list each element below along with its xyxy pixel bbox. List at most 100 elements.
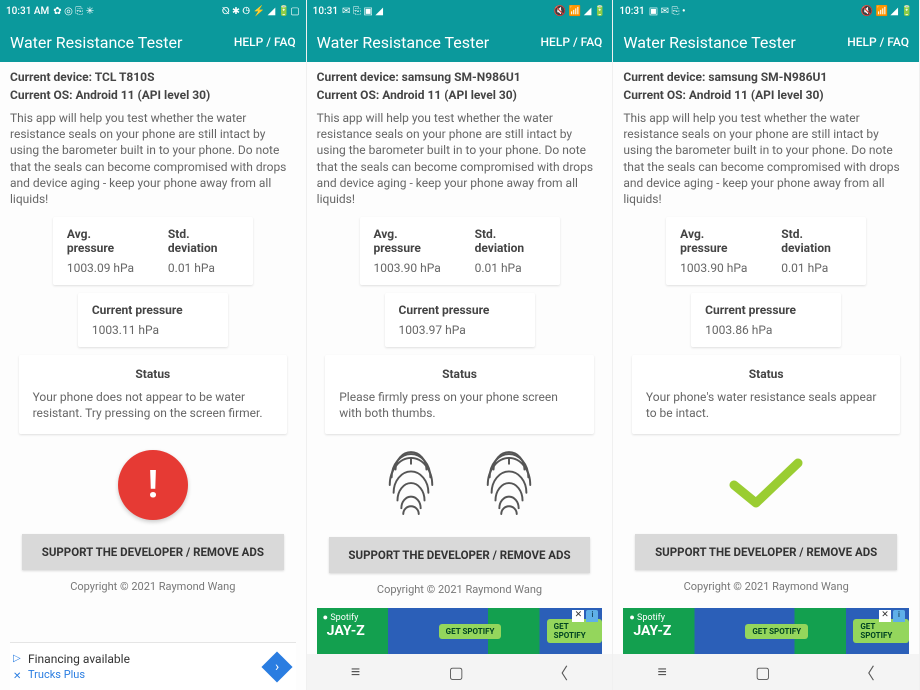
status-card: Status Please firmly press on your phone…: [325, 355, 594, 433]
avg-pressure-label: Avg. pressure: [680, 227, 751, 255]
support-developer-button[interactable]: SUPPORT THE DEVELOPER / REMOVE ADS: [635, 534, 897, 570]
status-right-icons: 🔇 📶 ◢ 🔋: [861, 6, 914, 17]
current-os-label: Current OS: Android 11 (API level 30): [623, 88, 909, 102]
status-message: Your phone does not appear to be water r…: [33, 389, 274, 421]
nav-home-icon[interactable]: ▢: [449, 663, 464, 682]
avg-pressure-value: 1003.90 hPa: [680, 261, 751, 275]
status-heading: Status: [339, 367, 580, 381]
ad-info-icon[interactable]: i: [893, 610, 905, 622]
ad-close-icon[interactable]: ✕: [13, 671, 21, 682]
result-visual: !: [10, 450, 296, 520]
std-deviation-label: Std. deviation: [168, 227, 239, 255]
help-faq-link[interactable]: HELP / FAQ: [541, 35, 603, 49]
ad-cta-button[interactable]: GET SPOTIFY: [547, 619, 603, 643]
app-bar: Water Resistance Tester HELP / FAQ: [307, 22, 613, 62]
pressure-summary-card: Avg. pressure 1003.90 hPa Std. deviation…: [666, 217, 866, 285]
current-pressure-card: Current pressure 1003.11 hPa: [78, 293, 228, 347]
std-deviation-value: 0.01 hPa: [168, 261, 239, 275]
app-bar: Water Resistance Tester HELP / FAQ: [613, 22, 919, 62]
help-faq-link[interactable]: HELP / FAQ: [234, 35, 296, 49]
status-time: 10:31: [313, 6, 338, 17]
result-visual: [623, 450, 909, 520]
current-pressure-label: Current pressure: [92, 303, 214, 317]
ad-cta-button[interactable]: GET SPOTIFY: [853, 619, 909, 643]
nav-home-icon[interactable]: ▢: [755, 663, 770, 682]
nav-back-icon[interactable]: 〈: [859, 660, 875, 684]
avg-pressure-value: 1003.90 hPa: [374, 261, 445, 275]
checkmark-icon: [726, 453, 806, 516]
android-status-bar: 10:31 AM ✿ ◎ ⎘ ✳ ⦰ ✱ ◷ ⚡ ◢ 🔋▢: [0, 0, 306, 22]
support-developer-button[interactable]: SUPPORT THE DEVELOPER / REMOVE ADS: [22, 534, 284, 570]
pressure-summary-card: Avg. pressure 1003.09 hPa Std. deviation…: [53, 217, 253, 285]
content-area: Current device: samsung SM-N986U1 Curren…: [307, 62, 613, 654]
std-deviation-label: Std. deviation: [781, 227, 852, 255]
help-faq-link[interactable]: HELP / FAQ: [847, 35, 909, 49]
current-pressure-value: 1003.97 hPa: [399, 323, 521, 337]
current-pressure-label: Current pressure: [705, 303, 827, 317]
support-developer-button[interactable]: SUPPORT THE DEVELOPER / REMOVE ADS: [329, 537, 591, 573]
current-pressure-value: 1003.11 hPa: [92, 323, 214, 337]
ad-artist: JAY-Z: [633, 623, 671, 639]
avg-pressure-value: 1003.09 hPa: [67, 261, 138, 275]
copyright-text: Copyright © 2021 Raymond Wang: [10, 580, 296, 593]
status-right-icons: ⦰ ✱ ◷ ⚡ ◢ 🔋▢: [222, 6, 300, 17]
ad-arrow-icon[interactable]: ›: [261, 651, 292, 682]
status-right-icons: 🔇 📶 ◢ 🔋: [554, 6, 607, 17]
app-description: This app will help you test whether the …: [10, 110, 296, 207]
current-device-label: Current device: samsung SM-N986U1: [623, 70, 909, 84]
current-os-label: Current OS: Android 11 (API level 30): [317, 88, 603, 102]
result-visual: [317, 450, 603, 523]
alert-icon: !: [118, 450, 188, 520]
std-deviation-value: 0.01 hPa: [475, 261, 546, 275]
phone-screen-1: 10:31 AM ✿ ◎ ⎘ ✳ ⦰ ✱ ◷ ⚡ ◢ 🔋▢ Water Resi…: [0, 0, 307, 690]
android-nav-bar: ≡ ▢ 〈: [307, 654, 613, 690]
current-pressure-label: Current pressure: [399, 303, 521, 317]
app-title: Water Resistance Tester: [317, 33, 489, 52]
app-description: This app will help you test whether the …: [317, 110, 603, 207]
app-description: This app will help you test whether the …: [623, 110, 909, 207]
ad-close-icon[interactable]: ✕: [572, 610, 584, 622]
android-status-bar: 10:31 ✉ ⎘ ▣ ◢ 🔇 📶 ◢ 🔋: [307, 0, 613, 22]
status-time: 10:31 AM: [6, 6, 49, 17]
ad-banner[interactable]: ▷ ✕ Financing available Trucks Plus ›: [10, 642, 296, 690]
status-time: 10:31: [619, 6, 644, 17]
content-area: Current device: samsung SM-N986U1 Curren…: [613, 62, 919, 654]
fingerprint-icon: [480, 450, 538, 523]
current-pressure-card: Current pressure 1003.97 hPa: [385, 293, 535, 347]
copyright-text: Copyright © 2021 Raymond Wang: [317, 583, 603, 596]
phone-screen-2: 10:31 ✉ ⎘ ▣ ◢ 🔇 📶 ◢ 🔋 Water Resistance T…: [307, 0, 614, 690]
ad-cta-button[interactable]: GET SPOTIFY: [745, 624, 808, 639]
current-pressure-card: Current pressure 1003.86 hPa: [691, 293, 841, 347]
status-heading: Status: [33, 367, 274, 381]
status-left-icons: ✿ ◎ ⎘ ✳: [53, 6, 94, 17]
avg-pressure-label: Avg. pressure: [67, 227, 138, 255]
nav-recent-icon[interactable]: ≡: [658, 662, 667, 682]
nav-back-icon[interactable]: 〈: [552, 660, 568, 684]
ad-banner[interactable]: ● Spotify JAY-Z GET SPOTIFY GET SPOTIFY …: [317, 608, 603, 654]
ad-brand: ● Spotify: [323, 612, 359, 623]
current-pressure-value: 1003.86 hPa: [705, 323, 827, 337]
phone-screen-3: 10:31 ▣ ✉ ⎘ • 🔇 📶 ◢ 🔋 Water Resistance T…: [613, 0, 920, 690]
avg-pressure-label: Avg. pressure: [374, 227, 445, 255]
current-os-label: Current OS: Android 11 (API level 30): [10, 88, 296, 102]
android-nav-bar: ≡ ▢ 〈: [613, 654, 919, 690]
ad-close-icon[interactable]: ✕: [879, 610, 891, 622]
ad-subline: Trucks Plus: [28, 668, 130, 681]
ad-cta-button[interactable]: GET SPOTIFY: [439, 624, 502, 639]
current-device-label: Current device: TCL T810S: [10, 70, 296, 84]
ad-brand: ● Spotify: [629, 612, 665, 623]
status-left-icons: ▣ ✉ ⎘ •: [649, 6, 686, 17]
app-bar: Water Resistance Tester HELP / FAQ: [0, 22, 306, 62]
ad-info-icon[interactable]: i: [586, 610, 598, 622]
copyright-text: Copyright © 2021 Raymond Wang: [623, 580, 909, 593]
content-area: Current device: TCL T810S Current OS: An…: [0, 62, 306, 690]
status-message: Your phone's water resistance seals appe…: [646, 389, 887, 421]
android-status-bar: 10:31 ▣ ✉ ⎘ • 🔇 📶 ◢ 🔋: [613, 0, 919, 22]
pressure-summary-card: Avg. pressure 1003.90 hPa Std. deviation…: [360, 217, 560, 285]
app-title: Water Resistance Tester: [623, 33, 795, 52]
app-title: Water Resistance Tester: [10, 33, 182, 52]
ad-choices-icon[interactable]: ▷: [13, 653, 21, 664]
status-heading: Status: [646, 367, 887, 381]
ad-banner[interactable]: ● Spotify JAY-Z GET SPOTIFY GET SPOTIFY …: [623, 608, 909, 654]
nav-recent-icon[interactable]: ≡: [351, 662, 360, 682]
